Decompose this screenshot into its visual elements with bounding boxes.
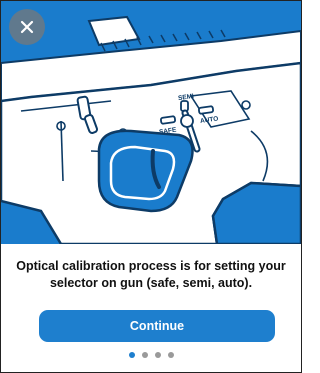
pagination-dot[interactable] [141,352,148,358]
rifle-illustration: SAFE SEMI AUTO [1,1,301,244]
calibration-message: Optical calibration process is for setti… [16,259,286,290]
pagination-dot[interactable] [154,352,161,358]
onboarding-screen: SAFE SEMI AUTO Optical calibration proce… [0,0,302,373]
pagination-dots [1,352,301,358]
continue-button[interactable]: Continue [39,310,275,342]
close-icon [20,20,34,34]
pagination-dot[interactable] [128,352,135,358]
pagination-dot[interactable] [167,352,174,358]
close-button[interactable] [9,9,45,45]
